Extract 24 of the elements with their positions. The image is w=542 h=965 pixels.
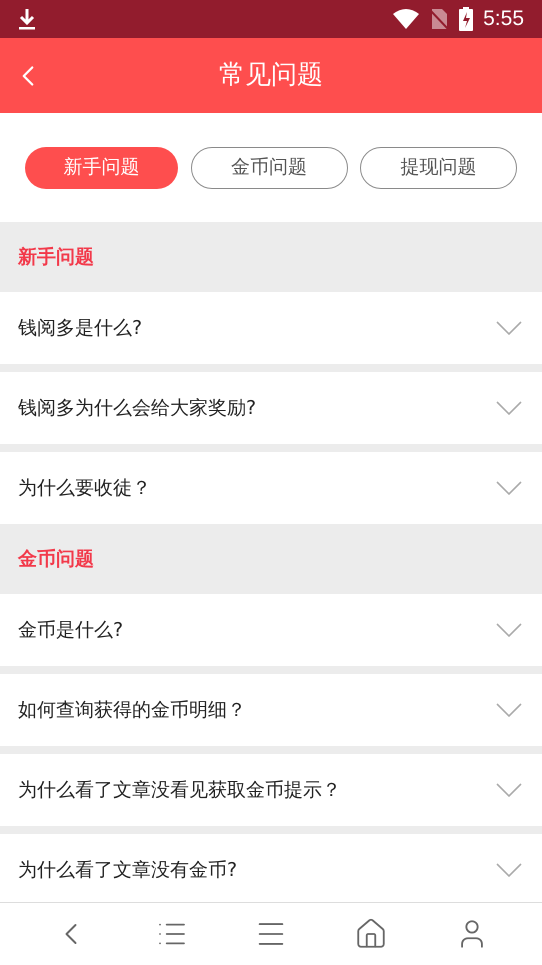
no-sim-icon	[429, 8, 450, 30]
question-row[interactable]: 钱阅多是什么?	[0, 292, 542, 364]
section-heading: 金币问题	[18, 546, 94, 572]
question-text: 为什么要收徒？	[18, 476, 152, 501]
question-row[interactable]: 钱阅多为什么会给大家奖励?	[0, 372, 542, 444]
question-text: 钱阅多为什么会给大家奖励?	[18, 396, 258, 421]
download-icon	[18, 8, 36, 30]
question-row[interactable]: 如何查询获得的金币明细？	[0, 674, 542, 746]
question-text: 金币是什么?	[18, 618, 124, 643]
question-row[interactable]: 金币是什么?	[0, 594, 542, 666]
wifi-icon	[393, 9, 420, 29]
question-row[interactable]: 为什么看了文章没有金币?	[0, 834, 542, 902]
page-title: 常见问题	[219, 59, 323, 92]
question-text: 为什么看了文章没有金币?	[18, 858, 238, 883]
question-row[interactable]: 为什么看了文章没看见获取金币提示？	[0, 754, 542, 826]
question-row[interactable]: 为什么要收徒？	[0, 452, 542, 524]
battery-icon	[459, 7, 474, 31]
question-text: 如何查询获得的金币明细？	[18, 698, 247, 723]
category-tab[interactable]: 金币问题	[190, 146, 348, 188]
status-time: 5:55	[483, 6, 524, 32]
category-tab[interactable]: 提现问题	[360, 146, 517, 188]
section-heading: 新手问题	[18, 244, 94, 270]
question-text: 钱阅多是什么?	[18, 316, 144, 341]
question-text: 为什么看了文章没看见获取金币提示？	[18, 778, 342, 803]
